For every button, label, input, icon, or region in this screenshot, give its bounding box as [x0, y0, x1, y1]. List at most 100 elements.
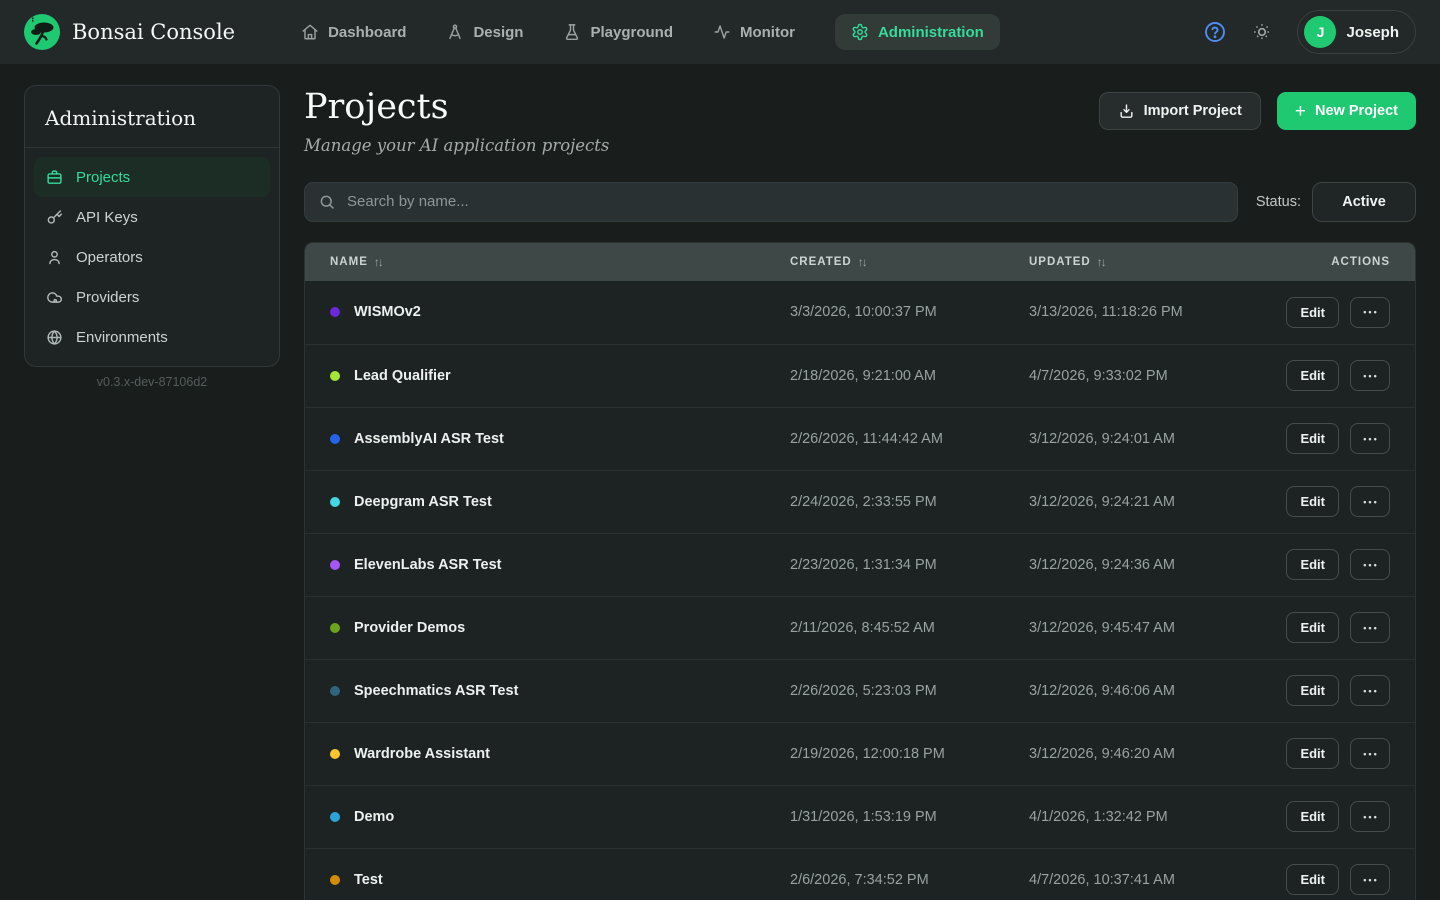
updated-cell: 3/12/2026, 9:46:20 AM — [1029, 746, 1250, 762]
nav-item-playground[interactable]: Playground — [563, 23, 673, 41]
edit-button[interactable]: Edit — [1286, 360, 1339, 391]
table-row: Provider Demos 2/11/2026, 8:45:52 AM 3/1… — [305, 596, 1415, 659]
status-select[interactable]: Active — [1312, 182, 1416, 222]
column-header-name[interactable]: Name ↑↓ — [330, 255, 790, 269]
avatar: J — [1304, 16, 1336, 48]
created-cell: 2/6/2026, 7:34:52 PM — [790, 872, 1029, 888]
updated-cell: 3/12/2026, 9:24:36 AM — [1029, 557, 1250, 573]
top-nav: Bonsai Console Dashboard Design Playgrou… — [0, 0, 1440, 64]
version-label: v0.3.x-dev-87106d2 — [24, 375, 280, 389]
person-icon — [46, 249, 63, 266]
search-box[interactable] — [304, 182, 1238, 222]
project-name: Test — [354, 872, 383, 888]
sidebar-item-label: Providers — [76, 289, 139, 306]
updated-cell: 3/12/2026, 9:46:06 AM — [1029, 683, 1250, 699]
user-menu[interactable]: J Joseph — [1297, 10, 1416, 54]
more-actions-button[interactable]: ••• — [1350, 612, 1390, 643]
name-cell: AssemblyAI ASR Test — [330, 431, 790, 447]
sort-icon[interactable]: ↑↓ — [858, 255, 866, 269]
import-icon — [1118, 103, 1135, 120]
edit-button[interactable]: Edit — [1286, 801, 1339, 832]
more-actions-button[interactable]: ••• — [1350, 738, 1390, 769]
admin-sidebar: Administration Projects API Keys Operato… — [24, 85, 280, 367]
sidebar-item-api-keys[interactable]: API Keys — [34, 197, 270, 237]
actions-cell: Edit ••• — [1250, 549, 1390, 580]
table-row: Wardrobe Assistant 2/19/2026, 12:00:18 P… — [305, 722, 1415, 785]
name-cell: WISMOv2 — [330, 304, 790, 320]
project-color-dot — [330, 686, 340, 696]
actions-cell: Edit ••• — [1250, 297, 1390, 328]
gear-icon — [851, 23, 869, 41]
edit-button[interactable]: Edit — [1286, 297, 1339, 328]
key-icon — [46, 209, 63, 226]
more-actions-button[interactable]: ••• — [1350, 675, 1390, 706]
edit-button[interactable]: Edit — [1286, 549, 1339, 580]
table-row: WISMOv2 3/3/2026, 10:00:37 PM 3/13/2026,… — [305, 281, 1415, 344]
edit-button[interactable]: Edit — [1286, 486, 1339, 517]
new-project-label: New Project — [1315, 103, 1398, 119]
header-actions: Import Project + New Project — [1099, 92, 1416, 130]
flask-icon — [563, 23, 581, 41]
created-cell: 2/19/2026, 12:00:18 PM — [790, 746, 1029, 762]
help-icon[interactable] — [1203, 20, 1227, 44]
page-header: Projects Manage your AI application proj… — [304, 88, 1416, 155]
theme-toggle-sun-icon[interactable] — [1251, 21, 1273, 43]
nav-item-monitor[interactable]: Monitor — [713, 23, 795, 41]
project-color-dot — [330, 434, 340, 444]
home-icon — [301, 23, 319, 41]
column-header-created[interactable]: Created ↑↓ — [790, 255, 1029, 269]
nav-item-dashboard[interactable]: Dashboard — [301, 23, 406, 41]
sort-icon[interactable]: ↑↓ — [374, 255, 382, 269]
column-header-updated[interactable]: Updated ↑↓ — [1029, 255, 1250, 269]
created-cell: 2/26/2026, 5:23:03 PM — [790, 683, 1029, 699]
project-name: Lead Qualifier — [354, 368, 451, 384]
sidebar-item-operators[interactable]: Operators — [34, 237, 270, 277]
more-actions-button[interactable]: ••• — [1350, 864, 1390, 895]
more-actions-button[interactable]: ••• — [1350, 423, 1390, 454]
filter-row: Status: Active — [304, 182, 1416, 222]
updated-cell: 4/7/2026, 9:33:02 PM — [1029, 368, 1250, 384]
edit-button[interactable]: Edit — [1286, 675, 1339, 706]
sidebar-item-environments[interactable]: Environments — [34, 317, 270, 357]
search-input[interactable] — [347, 193, 1224, 210]
name-cell: Test — [330, 872, 790, 888]
sidebar-item-providers[interactable]: Providers — [34, 277, 270, 317]
nav-item-administration[interactable]: Administration — [835, 14, 1000, 50]
nav-item-label: Monitor — [740, 24, 795, 41]
top-nav-right: J Joseph — [1203, 10, 1416, 54]
nav-item-design[interactable]: Design — [446, 23, 523, 41]
name-cell: Wardrobe Assistant — [330, 746, 790, 762]
sidebar-item-projects[interactable]: Projects — [34, 157, 270, 197]
search-icon — [318, 193, 336, 211]
status-label: Status: — [1256, 194, 1301, 210]
more-actions-button[interactable]: ••• — [1350, 297, 1390, 328]
name-cell: Demo — [330, 809, 790, 825]
more-actions-button[interactable]: ••• — [1350, 360, 1390, 391]
project-color-dot — [330, 307, 340, 317]
edit-button[interactable]: Edit — [1286, 423, 1339, 454]
table-row: AssemblyAI ASR Test 2/26/2026, 11:44:42 … — [305, 407, 1415, 470]
more-actions-button[interactable]: ••• — [1350, 801, 1390, 832]
actions-cell: Edit ••• — [1250, 738, 1390, 769]
created-cell: 3/3/2026, 10:00:37 PM — [790, 304, 1029, 320]
table-header: Name ↑↓ Created ↑↓ Updated ↑↓ Actions — [305, 243, 1415, 281]
new-project-button[interactable]: + New Project — [1277, 92, 1416, 130]
actions-cell: Edit ••• — [1250, 360, 1390, 391]
actions-cell: Edit ••• — [1250, 675, 1390, 706]
table-row: Demo 1/31/2026, 1:53:19 PM 4/1/2026, 1:3… — [305, 785, 1415, 848]
edit-button[interactable]: Edit — [1286, 612, 1339, 643]
sort-icon[interactable]: ↑↓ — [1097, 255, 1105, 269]
edit-button[interactable]: Edit — [1286, 738, 1339, 769]
main-content: Projects Manage your AI application proj… — [304, 64, 1416, 900]
created-cell: 2/24/2026, 2:33:55 PM — [790, 494, 1029, 510]
actions-cell: Edit ••• — [1250, 612, 1390, 643]
edit-button[interactable]: Edit — [1286, 864, 1339, 895]
project-name: WISMOv2 — [354, 304, 421, 320]
table-row: ElevenLabs ASR Test 2/23/2026, 1:31:34 P… — [305, 533, 1415, 596]
brand[interactable]: Bonsai Console — [24, 14, 235, 50]
nav-item-label: Administration — [878, 24, 984, 41]
table-row: Lead Qualifier 2/18/2026, 9:21:00 AM 4/7… — [305, 344, 1415, 407]
more-actions-button[interactable]: ••• — [1350, 549, 1390, 580]
import-project-button[interactable]: Import Project — [1099, 92, 1261, 130]
more-actions-button[interactable]: ••• — [1350, 486, 1390, 517]
